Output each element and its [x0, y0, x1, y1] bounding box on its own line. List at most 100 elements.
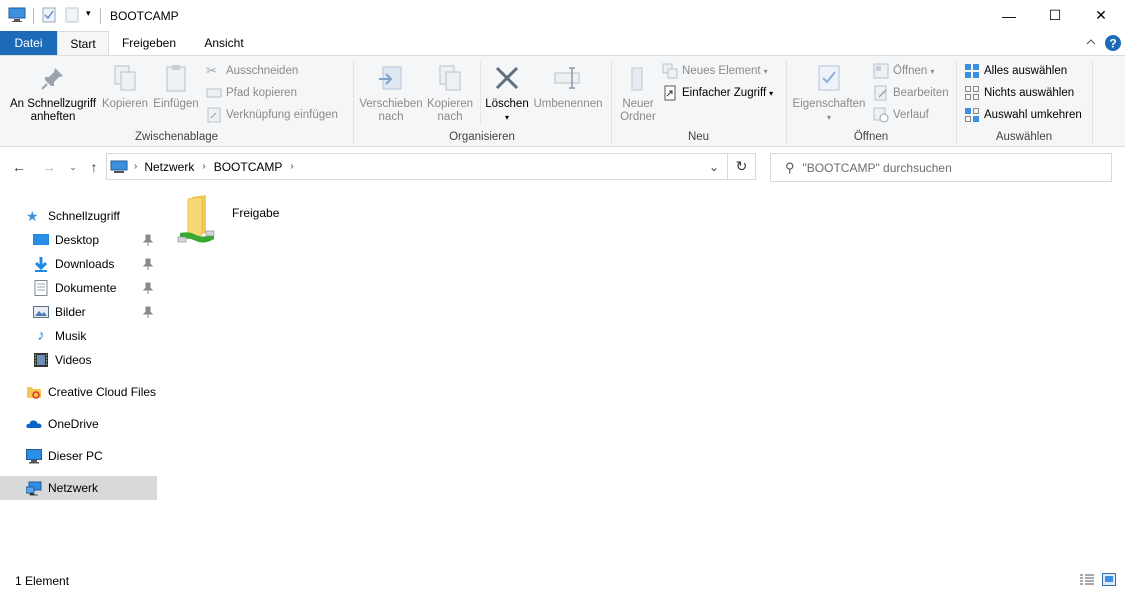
tab-datei[interactable]: Datei — [0, 31, 57, 55]
nav-this-pc-label: Dieser PC — [48, 449, 103, 463]
forward-button[interactable]: → — [40, 158, 58, 176]
button-separator — [480, 62, 481, 124]
svg-text:?: ? — [1109, 37, 1116, 51]
history-button[interactable]: Verlauf — [873, 105, 929, 125]
easy-access-icon — [664, 85, 676, 101]
breadcrumb-separator-icon[interactable]: › — [290, 161, 293, 172]
select-all-button[interactable]: Alles auswählen — [964, 61, 1067, 81]
open-label: Öffnen — [893, 65, 928, 77]
copy-path-button[interactable]: Pfad kopieren — [206, 83, 297, 103]
rename-button[interactable]: Umbenennen — [532, 56, 604, 111]
nav-item-desktop[interactable]: Desktop — [0, 228, 157, 252]
move-to-icon — [379, 66, 402, 90]
search-icon: ⚲ — [785, 159, 795, 175]
pin-icon[interactable] — [143, 258, 153, 270]
refresh-button[interactable]: ↻ — [728, 153, 756, 180]
nav-network-label: Netzwerk — [48, 481, 99, 495]
desktop-icon — [33, 234, 49, 245]
paste-icon — [166, 65, 186, 92]
nav-item-videos[interactable]: Videos — [0, 348, 157, 372]
nav-item-label: Dokumente — [55, 281, 117, 295]
nav-item-downloads[interactable]: Downloads — [0, 252, 157, 276]
delete-button[interactable]: Löschen ▾ — [484, 56, 530, 124]
new-folder-button[interactable]: Neuer Ordner — [616, 56, 660, 124]
pin-icon[interactable] — [143, 234, 153, 246]
paste-label: Einfügen — [153, 98, 199, 110]
recent-locations-button[interactable]: ⌄ — [64, 158, 82, 176]
group-label-organize: Organisieren — [449, 131, 515, 143]
nav-item-pictures[interactable]: Bilder — [0, 300, 157, 324]
help-icon[interactable]: ? — [1104, 34, 1122, 52]
edit-button[interactable]: Bearbeiten — [873, 83, 949, 103]
customize-quick-access-icon[interactable]: ▾ — [86, 8, 91, 19]
new-folder-icon — [631, 67, 643, 91]
properties-quick-icon[interactable] — [42, 7, 56, 23]
open-button[interactable]: Öffnen ▾ — [873, 61, 934, 81]
history-label: Verlauf — [893, 109, 929, 121]
music-icon: ♪ — [37, 327, 45, 344]
pin-quick-access-button[interactable]: An Schnellzugriff anheften — [6, 56, 100, 124]
search-input[interactable]: ⚲ "BOOTCAMP" durchsuchen — [770, 153, 1112, 182]
up-button[interactable]: ↑ — [85, 158, 103, 176]
back-arrow-icon: ← — [12, 159, 26, 175]
creative-cloud-folder-icon — [27, 387, 41, 399]
move-to-button[interactable]: Verschieben nach — [358, 56, 424, 124]
cut-button[interactable]: ✂ Ausschneiden — [206, 61, 298, 81]
new-item-dropdown-icon: ▾ — [763, 66, 768, 76]
new-folder-quick-icon[interactable] — [65, 7, 79, 23]
properties-button[interactable]: Eigenschaften ▾ — [790, 56, 868, 124]
tab-start[interactable]: Start — [57, 31, 109, 55]
copy-button[interactable]: Kopieren — [101, 56, 149, 111]
cut-label: Ausschneiden — [226, 65, 299, 77]
file-item-freigabe[interactable]: Freigabe — [176, 193, 286, 247]
title-divider — [100, 8, 101, 24]
back-button[interactable]: ← — [10, 158, 28, 176]
large-icons-view-icon[interactable] — [1102, 573, 1116, 586]
nav-creative-cloud[interactable]: Creative Cloud Files — [0, 380, 157, 404]
computer-icon[interactable] — [8, 7, 26, 23]
easy-access-button[interactable]: Einfacher Zugriff ▾ — [662, 83, 773, 103]
breadcrumb-bootcamp[interactable]: BOOTCAMP — [214, 160, 283, 174]
address-history-chevron-icon[interactable]: ⌄ — [709, 160, 719, 174]
select-none-icon — [965, 86, 979, 100]
scissors-icon: ✂ — [206, 63, 217, 78]
new-item-button[interactable]: Neues Element ▾ — [662, 61, 768, 81]
collapse-ribbon-icon[interactable] — [1086, 38, 1096, 46]
close-button[interactable]: ✕ — [1078, 0, 1124, 31]
nav-item-music[interactable]: ♪ Musik — [0, 324, 157, 348]
details-view-icon[interactable] — [1079, 574, 1095, 586]
copy-to-button[interactable]: Kopieren nach — [424, 56, 476, 124]
nav-quick-access[interactable]: ★ Schnellzugriff — [0, 204, 157, 228]
breadcrumb-separator-icon[interactable]: › — [134, 161, 137, 172]
downloads-icon — [34, 257, 48, 272]
breadcrumb-netzwerk[interactable]: Netzwerk — [144, 160, 194, 174]
breadcrumb-separator-icon[interactable]: › — [202, 161, 205, 172]
select-none-button[interactable]: Nichts auswählen — [964, 83, 1074, 103]
paste-shortcut-button[interactable]: Verknüpfung einfügen — [206, 105, 338, 125]
nav-this-pc[interactable]: Dieser PC — [0, 444, 157, 468]
pictures-icon — [33, 306, 49, 318]
nav-quick-access-label: Schnellzugriff — [48, 209, 120, 223]
open-dropdown-icon: ▾ — [930, 66, 935, 76]
delete-icon — [495, 66, 519, 90]
nav-item-label: Desktop — [55, 233, 100, 247]
maximize-button[interactable]: ☐ — [1032, 0, 1078, 31]
tab-ansicht[interactable]: Ansicht — [192, 31, 256, 55]
copy-to-icon — [439, 65, 461, 91]
address-bar[interactable]: › Netzwerk › BOOTCAMP › ⌄ — [106, 153, 728, 180]
minimize-button[interactable]: — — [986, 0, 1032, 31]
up-arrow-icon: ↑ — [90, 159, 98, 175]
invert-selection-button[interactable]: Auswahl umkehren — [964, 105, 1082, 125]
maximize-icon: ☐ — [1048, 7, 1062, 23]
videos-icon — [34, 353, 48, 367]
nav-onedrive[interactable]: OneDrive — [0, 412, 157, 436]
paste-button[interactable]: Einfügen — [152, 56, 200, 111]
pin-icon[interactable] — [143, 282, 153, 294]
pin-icon[interactable] — [143, 306, 153, 318]
ribbon-tabs: Datei Start Freigeben Ansicht ? — [0, 31, 1125, 55]
nav-item-documents[interactable]: Dokumente — [0, 276, 157, 300]
close-icon: ✕ — [1095, 7, 1107, 23]
title-divider — [33, 8, 34, 24]
nav-network[interactable]: Netzwerk — [0, 476, 157, 500]
tab-freigeben[interactable]: Freigeben — [112, 31, 186, 55]
